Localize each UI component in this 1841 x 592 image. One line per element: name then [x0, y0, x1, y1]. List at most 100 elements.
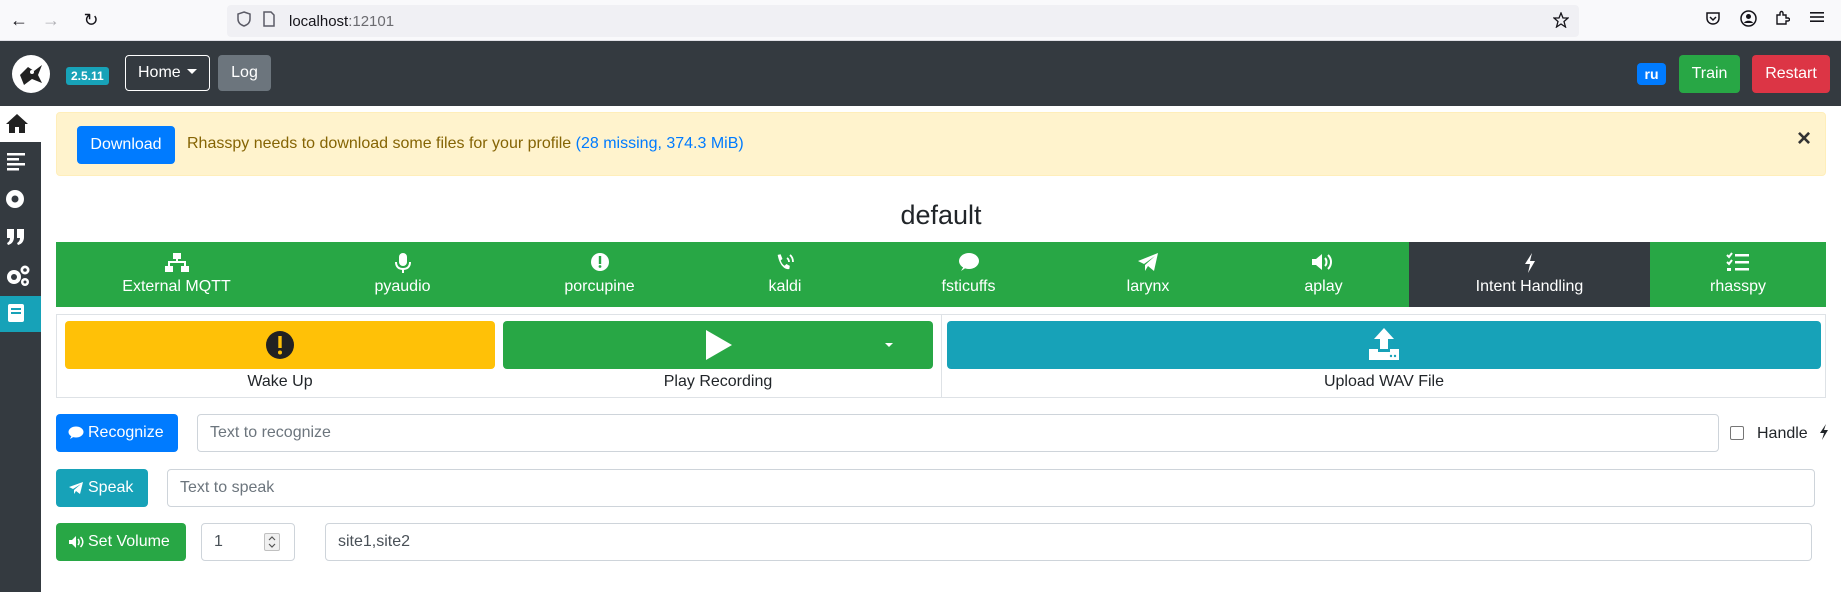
service-dialogue-management[interactable]: rhasspy [1650, 242, 1826, 307]
menu-icon[interactable] [1810, 10, 1824, 29]
handle-label-text: Handle [1757, 425, 1808, 442]
service-text-to-speech[interactable]: larynx [1058, 242, 1238, 307]
restart-button[interactable]: Restart [1752, 55, 1830, 93]
download-button[interactable]: Download [77, 126, 175, 164]
recognize-button[interactable]: Recognize [56, 414, 178, 452]
service-label: porcupine [564, 278, 635, 295]
service-mqtt[interactable]: External MQTT [56, 242, 297, 307]
exclamation-circle-icon [266, 331, 294, 359]
account-icon[interactable] [1740, 10, 1757, 32]
speak-button[interactable]: Speak [56, 469, 148, 507]
bolt-icon [1820, 424, 1829, 440]
sidebar [0, 106, 41, 592]
network-icon [164, 253, 189, 272]
speak-text-input[interactable]: Text to speak [167, 469, 1815, 507]
service-label: aplay [1304, 278, 1343, 295]
sidebar-item-home[interactable] [0, 106, 41, 142]
log-button[interactable]: Log [218, 55, 271, 91]
sidebar-item-sentences[interactable] [0, 144, 41, 180]
extensions-icon[interactable] [1774, 10, 1791, 31]
upload-icon [1369, 328, 1399, 360]
site-ids-input[interactable]: site1,site2 [325, 523, 1812, 561]
forward-icon[interactable]: → [40, 9, 62, 31]
upload-wav-label: Upload WAV File [1323, 373, 1445, 390]
missing-files-link[interactable]: (28 missing, 374.3 MiB) [576, 135, 744, 152]
pocket-icon[interactable] [1705, 10, 1721, 31]
wake-up-button[interactable] [65, 321, 495, 369]
train-button[interactable]: Train [1679, 55, 1740, 93]
download-alert: Download Rhasspy needs to download some … [56, 112, 1826, 176]
tasks-icon [1726, 252, 1749, 271]
page-icon [263, 11, 275, 31]
services-bar: External MQTT pyaudio porcupine kaldi fs… [56, 242, 1826, 307]
service-audio-playing[interactable]: aplay [1238, 242, 1409, 307]
reload-icon[interactable]: ↻ [80, 9, 102, 31]
speak-label: Speak [88, 479, 134, 496]
url-bar[interactable]: localhost:12101 [227, 5, 1579, 37]
microphone-icon [394, 253, 411, 273]
recognize-label: Recognize [88, 424, 164, 441]
top-navbar: 2.5.11 Home Log ru Train Restart [0, 41, 1841, 106]
service-microphone[interactable]: pyaudio [297, 242, 508, 307]
set-volume-button[interactable]: Set Volume [56, 523, 186, 561]
phone-volume-icon [777, 254, 794, 270]
volume-up-icon [1311, 254, 1332, 270]
close-icon[interactable]: × [1797, 127, 1811, 151]
comment-icon [958, 253, 979, 271]
sidebar-item-docs[interactable] [0, 296, 41, 332]
rhasspy-logo[interactable] [12, 55, 50, 93]
paper-plane-icon [69, 482, 83, 494]
align-left-icon [7, 153, 25, 171]
service-intent-handling[interactable]: Intent Handling [1409, 242, 1650, 307]
shield-icon[interactable] [237, 11, 251, 31]
actions-panel: Wake Up Play Recording Upload WAV File [56, 314, 1826, 398]
alert-message: Rhasspy needs to download some files for… [187, 135, 744, 153]
service-label: External MQTT [122, 278, 231, 295]
service-speech-to-text[interactable]: kaldi [691, 242, 879, 307]
stepper-arrows-icon[interactable] [264, 533, 280, 551]
handle-label: Handle [1757, 423, 1830, 443]
wake-up-label: Wake Up [247, 373, 313, 390]
service-wake[interactable]: porcupine [508, 242, 691, 307]
volume-up-icon [69, 536, 84, 548]
sidebar-item-words[interactable] [0, 220, 41, 256]
record-icon [6, 190, 24, 208]
caret-down-icon [186, 69, 197, 74]
exclamation-circle-icon [590, 253, 609, 271]
service-label: kaldi [768, 278, 802, 295]
service-label: pyaudio [374, 278, 431, 295]
sidebar-item-settings[interactable] [0, 258, 41, 294]
bookmark-star-icon[interactable] [1552, 11, 1570, 32]
handle-checkbox[interactable] [1730, 426, 1744, 440]
service-label: Intent Handling [1475, 278, 1584, 295]
browser-toolbar: ← → ↻ localhost:12101 [0, 0, 1841, 41]
play-icon [706, 330, 732, 360]
set-volume-label: Set Volume [88, 533, 170, 550]
volume-number-input[interactable]: 1 [201, 523, 295, 561]
divider [941, 315, 942, 397]
home-icon [6, 114, 28, 133]
book-icon [8, 304, 24, 322]
bolt-icon [1524, 253, 1535, 273]
service-label: fsticuffs [941, 278, 996, 295]
service-label: larynx [1126, 278, 1170, 295]
recognize-text-input[interactable]: Text to recognize [197, 414, 1719, 452]
language-badge: ru [1637, 63, 1666, 85]
home-label: Home [138, 64, 181, 81]
play-recording-button[interactable] [503, 321, 933, 369]
upload-wav-button[interactable] [947, 321, 1821, 369]
alert-message-text: Rhasspy needs to download some files for… [187, 135, 572, 152]
sidebar-item-slots[interactable] [0, 182, 41, 218]
url-text: localhost:12101 [289, 13, 395, 30]
home-dropdown-button[interactable]: Home [125, 55, 210, 91]
service-intent-recognition[interactable]: fsticuffs [879, 242, 1058, 307]
back-icon[interactable]: ← [8, 9, 30, 31]
caret-down-icon[interactable] [885, 343, 893, 347]
cogs-icon [7, 265, 30, 286]
comment-icon [68, 426, 84, 439]
paper-plane-icon [1138, 253, 1158, 271]
play-recording-label: Play Recording [663, 373, 773, 390]
service-label: rhasspy [1709, 278, 1767, 295]
quote-icon [7, 229, 24, 245]
version-badge: 2.5.11 [66, 67, 109, 85]
